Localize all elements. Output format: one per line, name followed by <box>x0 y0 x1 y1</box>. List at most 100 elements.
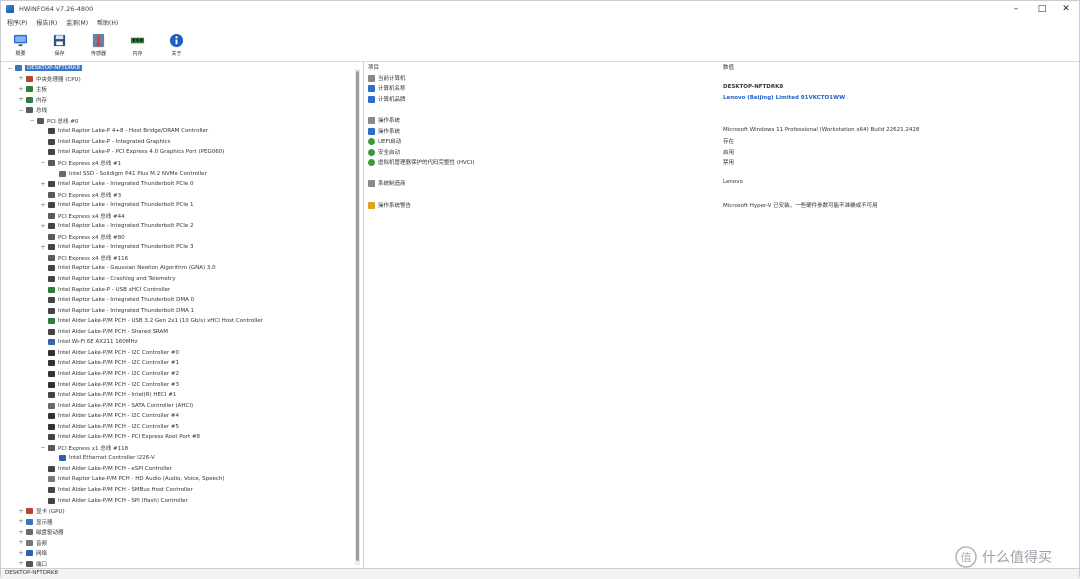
tree-item[interactable]: + 主板 <box>18 84 47 94</box>
expand-toggle-icon[interactable]: + <box>40 244 46 251</box>
expand-toggle-icon[interactable]: + <box>18 529 24 536</box>
close-icon[interactable]: ✕ <box>1055 1 1077 17</box>
tree-item[interactable]: + 网络 <box>18 548 47 558</box>
bus-icon <box>48 191 55 198</box>
expand-toggle-icon[interactable]: + <box>18 96 24 103</box>
tree-item[interactable]: Intel Raptor Lake-P - PCI Express 4.0 Gr… <box>40 147 224 157</box>
detail-row[interactable]: 当前计算机 <box>368 73 406 83</box>
expand-toggle-icon[interactable]: − <box>18 107 24 114</box>
expand-toggle-icon[interactable]: − <box>7 65 13 72</box>
tree-item[interactable]: Intel Raptor Lake-P 4+8 - Host Bridge/DR… <box>40 126 208 136</box>
expand-toggle-icon[interactable]: + <box>18 518 24 525</box>
memory-button[interactable]: 内存 <box>118 29 157 60</box>
tree-item[interactable]: Intel Alder Lake-P/M PCH - SMBus Host Co… <box>40 485 193 495</box>
tree-item[interactable]: Intel Raptor Lake - Integrated Thunderbo… <box>40 306 194 316</box>
tree-item[interactable]: Intel Alder Lake-P/M PCH - I2C Controlle… <box>40 380 179 390</box>
tree-item[interactable]: Intel Alder Lake-P/M PCH - SATA Controll… <box>40 401 193 411</box>
tree-item[interactable]: − 总线 <box>18 105 47 115</box>
menu-monitor[interactable]: 监测(M) <box>66 18 88 27</box>
tree-item[interactable]: Intel Alder Lake-P/M PCH - Intel(R) HECI… <box>40 390 176 400</box>
tree-item-label: 端口 <box>36 561 48 568</box>
tree-item[interactable]: Intel Alder Lake-P/M PCH - I2C Controlle… <box>40 369 179 379</box>
detail-value: Microsoft Hyper-V 已安装，一些硬件参数可能不准确或不可用 <box>723 203 878 209</box>
tree-item[interactable]: − PCI Express x1 总线 #118 <box>40 443 128 453</box>
tree-item[interactable]: + 端口 <box>18 559 47 568</box>
maximize-icon[interactable]: □ <box>1031 1 1053 17</box>
detail-row[interactable]: 操作系统 <box>368 126 400 136</box>
tree-item[interactable]: + Intel Raptor Lake - Integrated Thunderb… <box>40 221 193 231</box>
expand-toggle-icon[interactable]: + <box>18 75 24 82</box>
menu-report[interactable]: 报告(R) <box>36 18 57 27</box>
detail-row[interactable]: 计算机品牌 <box>368 94 406 104</box>
minimize-icon[interactable]: – <box>1005 1 1027 17</box>
tree-item[interactable]: + 中央处理器 (CPU) <box>18 74 80 84</box>
expand-toggle-icon[interactable]: + <box>18 86 24 93</box>
tree-item[interactable]: Intel Wi-Fi 6E AX211 160MHz <box>40 337 138 347</box>
expand-toggle-icon[interactable]: + <box>40 181 46 188</box>
save-button[interactable]: 保存 <box>40 29 79 60</box>
tree-item[interactable]: Intel Raptor Lake - Integrated Thunderbo… <box>40 295 194 305</box>
tree-item[interactable]: − PCI 总线 #0 <box>29 116 78 126</box>
detail-row[interactable]: 系统制造商 <box>368 178 406 188</box>
detail-row[interactable]: 安全启动 <box>368 147 400 157</box>
detail-row[interactable]: 虚拟机管理器保护的代码完整性 (HVCI) <box>368 157 474 167</box>
expand-toggle-icon[interactable]: + <box>18 550 24 557</box>
bus-icon <box>48 159 55 166</box>
sensors-button[interactable]: 传感器 <box>79 29 118 60</box>
tree-item[interactable]: + 音频 <box>18 538 47 548</box>
tree-item[interactable]: + Intel Raptor Lake - Integrated Thunderb… <box>40 179 193 189</box>
detail-row[interactable]: 操作系统 <box>368 115 400 125</box>
tree-item[interactable]: Intel Alder Lake-P/M PCH - SPI (flash) C… <box>40 496 188 506</box>
expand-toggle-icon[interactable]: − <box>29 117 35 124</box>
expand-toggle-icon[interactable]: + <box>40 223 46 230</box>
tree-item[interactable]: Intel Alder Lake-P/M PCH - I2C Controlle… <box>40 358 179 368</box>
tree-item[interactable]: Intel Ethernet Controller I226-V <box>51 453 155 463</box>
tree-item[interactable]: Intel Raptor Lake-P/M PCH - HD Audio (Au… <box>40 474 225 484</box>
tree-item[interactable]: Intel Alder Lake-P/M PCH - I2C Controlle… <box>40 348 179 358</box>
tree-item[interactable]: Intel Raptor Lake - Crashlog and Telemet… <box>40 274 176 284</box>
about-button[interactable]: 关于 <box>157 29 196 60</box>
expand-toggle-icon[interactable]: + <box>18 539 24 546</box>
tree-item[interactable]: PCI Express x4 总线 #3 <box>40 190 121 200</box>
detail-row[interactable]: UEFI启动 <box>368 136 401 146</box>
tree-item[interactable]: − DESKTOP-NFTDRK8 <box>7 63 82 73</box>
menu-help[interactable]: 帮助(H) <box>97 18 118 27</box>
detail-row[interactable]: 计算机名称 <box>368 83 406 93</box>
column-header-item[interactable]: 项目 <box>368 63 379 71</box>
detail-row[interactable]: 操作系统警告 <box>368 200 411 210</box>
tree-item[interactable]: + 磁盘驱动器 <box>18 527 63 537</box>
tree-item[interactable]: Intel Alder Lake-P/M PCH - PCI Express R… <box>40 432 200 442</box>
tree-item[interactable]: Intel Raptor Lake-P - USB xHCI Controlle… <box>40 285 170 295</box>
expand-toggle-icon[interactable]: − <box>40 159 46 166</box>
tree-item[interactable]: Intel Alder Lake-P/M PCH - USB 3.2 Gen 2… <box>40 316 263 326</box>
tree-item[interactable]: Intel Alder Lake-P/M PCH - I2C Controlle… <box>40 422 179 432</box>
expand-toggle-icon[interactable]: + <box>18 560 24 567</box>
expand-toggle-icon[interactable]: + <box>40 202 46 209</box>
bus-icon <box>26 107 33 114</box>
tree-item[interactable]: + Intel Raptor Lake - Integrated Thunderb… <box>40 242 193 252</box>
summary-button[interactable]: 概要 <box>1 29 40 60</box>
tree-item[interactable]: Intel Alder Lake-P/M PCH - eSPI Controll… <box>40 464 172 474</box>
tree-item[interactable]: − PCI Express x4 总线 #1 <box>40 158 121 168</box>
tree-item[interactable]: + 显卡 (GPU) <box>18 506 64 516</box>
tree-item-label: Intel Alder Lake-P/M PCH - SATA Controll… <box>58 402 194 409</box>
column-header-value[interactable]: 数值 <box>723 63 734 71</box>
tree-item[interactable]: + 内存 <box>18 95 47 105</box>
tree-item[interactable]: + 显示器 <box>18 517 52 527</box>
tree-item[interactable]: Intel Alder Lake-P/M PCH - Shared SRAM <box>40 327 168 337</box>
tree-item[interactable]: Intel Alder Lake-P/M PCH - I2C Controlle… <box>40 411 179 421</box>
tree-scroll-thumb[interactable] <box>356 71 359 561</box>
audio-icon <box>48 476 55 483</box>
tree-item[interactable]: Intel Raptor Lake-P - Integrated Graphic… <box>40 137 170 147</box>
expand-toggle-icon[interactable]: + <box>18 508 24 515</box>
menu-program[interactable]: 程序(P) <box>7 18 27 27</box>
tree-item[interactable]: PCI Express x4 总线 #80 <box>40 232 125 242</box>
expand-toggle-icon[interactable]: − <box>40 444 46 451</box>
tree-item[interactable]: Intel SSD - Solidigm P41 Plus M.2 NVMe C… <box>51 169 207 179</box>
tree-item[interactable]: PCI Express x4 总线 #116 <box>40 253 128 263</box>
tree-item[interactable]: + Intel Raptor Lake - Integrated Thunderb… <box>40 200 193 210</box>
tree-item[interactable]: PCI Express x4 总线 #44 <box>40 211 125 221</box>
tree-item[interactable]: Intel Raptor Lake - Gaussian Newton Algo… <box>40 263 216 273</box>
detail-value[interactable]: Lenovo (Beijing) Limited 91VKCTO1WW <box>723 95 845 101</box>
section-icon <box>368 74 375 82</box>
